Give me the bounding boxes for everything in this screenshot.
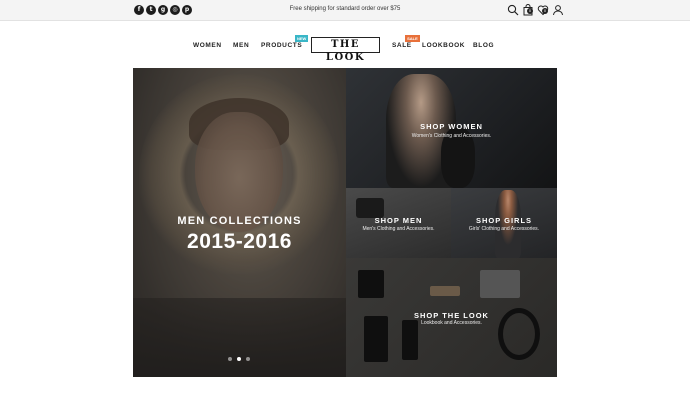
slider-dot-1[interactable] <box>228 357 232 361</box>
header-tools: 0 0 <box>507 4 564 16</box>
wallet-2-image <box>480 270 520 298</box>
cart-count-badge: 0 <box>527 8 533 14</box>
wallet-image <box>358 270 384 298</box>
hero-title: 2015-2016 <box>187 230 292 253</box>
nav-sale-label: SALE <box>392 42 412 49</box>
main-header: WOMEN MEN PRODUCTS NEW THE LOOK SALE SAL… <box>0 21 690 66</box>
tile-look-subtitle: Lookbook and Accessories. <box>421 320 482 326</box>
hero-slider[interactable]: MEN COLLECTIONS 2015-2016 <box>133 68 346 377</box>
tile-shop-girls[interactable]: SHOP GIRLS Girls' Clothing and Accessori… <box>451 188 557 258</box>
nav-products[interactable]: PRODUCTS NEW <box>261 35 309 49</box>
site-logo[interactable]: THE LOOK <box>311 37 380 63</box>
sale-badge: SALE <box>405 35 420 42</box>
user-icon[interactable] <box>552 4 564 16</box>
tile-shop-the-look[interactable]: SHOP THE LOOK Lookbook and Accessories. <box>346 258 557 377</box>
tile-girls-title: SHOP GIRLS <box>475 216 533 225</box>
search-icon[interactable] <box>507 4 519 16</box>
tile-look-title: SHOP THE LOOK <box>414 311 489 320</box>
tile-men-title: SHOP MEN <box>374 216 423 225</box>
nav-sale[interactable]: SALE SALE <box>392 35 420 49</box>
slider-dot-2[interactable] <box>237 357 241 361</box>
new-badge: NEW <box>294 35 309 42</box>
tile-women-subtitle: Women's Clothing and Accessories. <box>411 133 492 139</box>
slider-dots <box>228 357 250 361</box>
tile-shop-men[interactable]: SHOP MEN Men's Clothing and Accessories. <box>346 188 451 258</box>
wishlist-count-badge: 0 <box>542 8 548 14</box>
shipping-notice: Free shipping for standard order over $7… <box>289 6 401 12</box>
tile-shop-women[interactable]: SHOP WOMEN Women's Clothing and Accessor… <box>346 68 557 188</box>
bag-icon[interactable]: 0 <box>522 4 534 16</box>
hero-subtitle: MEN COLLECTIONS <box>177 215 302 227</box>
tile-men-subtitle: Men's Clothing and Accessories. <box>362 226 435 232</box>
nav-women[interactable]: WOMEN <box>193 42 222 49</box>
nav-men[interactable]: MEN <box>233 42 249 49</box>
tile-men-image <box>356 198 384 218</box>
nav-products-label: PRODUCTS <box>261 42 303 49</box>
tile-women-title: SHOP WOMEN <box>420 122 483 131</box>
phone-image <box>402 320 418 360</box>
slider-dot-3[interactable] <box>246 357 250 361</box>
nav-lookbook[interactable]: LOOKBOOK <box>422 42 465 49</box>
wishlist-icon[interactable]: 0 <box>537 4 549 16</box>
tile-girls-subtitle: Girls' Clothing and Accessories. <box>468 226 540 232</box>
nav-blog[interactable]: BLOG <box>473 42 494 49</box>
bowtie-image <box>430 286 460 296</box>
top-bar: f t g ◎ p Free shipping for standard ord… <box>0 0 690 21</box>
